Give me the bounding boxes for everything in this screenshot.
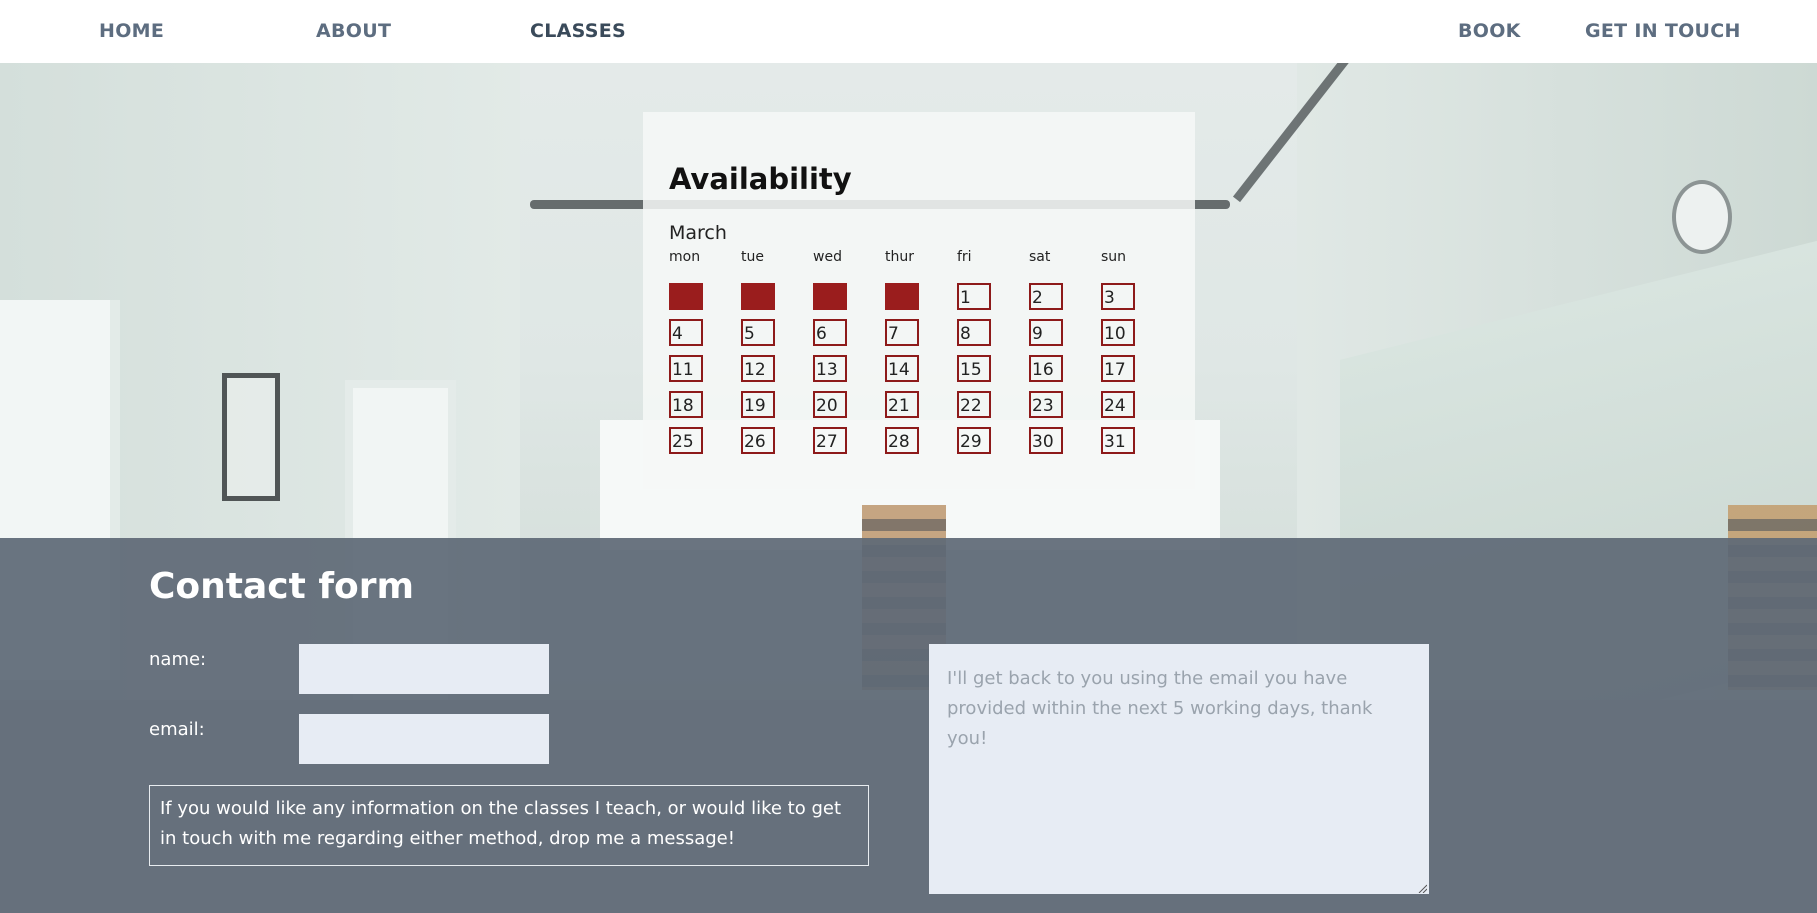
- nav-home-link[interactable]: HOME: [99, 20, 164, 42]
- calendar-day-4[interactable]: 4: [669, 319, 703, 346]
- nav-book-link[interactable]: BOOK: [1458, 20, 1521, 42]
- calendar-day-2[interactable]: 2: [1029, 283, 1063, 310]
- calendar-day-13[interactable]: 13: [813, 355, 847, 382]
- calendar-day-22[interactable]: 22: [957, 391, 991, 418]
- weekday-label-thur: thur: [885, 249, 914, 265]
- calendar-day-19[interactable]: 19: [741, 391, 775, 418]
- calendar-day-16[interactable]: 16: [1029, 355, 1063, 382]
- calendar-day-12[interactable]: 12: [741, 355, 775, 382]
- background-picture-frame: [222, 373, 280, 501]
- nav-get-in-touch-link[interactable]: GET IN TOUCH: [1585, 20, 1741, 42]
- email-label: email:: [149, 719, 205, 740]
- email-input[interactable]: [299, 714, 549, 764]
- top-navbar: HOME ABOUT CLASSES BOOK GET IN TOUCH: [0, 0, 1817, 63]
- weekday-label-mon: mon: [669, 249, 701, 265]
- name-input[interactable]: [299, 644, 549, 694]
- nav-classes-link[interactable]: CLASSES: [530, 20, 626, 42]
- calendar-day-26[interactable]: 26: [741, 427, 775, 454]
- calendar-day-21[interactable]: 21: [885, 391, 919, 418]
- calendar-day-14[interactable]: 14: [885, 355, 919, 382]
- calendar-day-6[interactable]: 6: [813, 319, 847, 346]
- calendar-day-24[interactable]: 24: [1101, 391, 1135, 418]
- calendar-day-31[interactable]: 31: [1101, 427, 1135, 454]
- weekday-label-sat: sat: [1029, 249, 1051, 265]
- calendar-day-25[interactable]: 25: [669, 427, 703, 454]
- calendar-day-8[interactable]: 8: [957, 319, 991, 346]
- calendar-day-unavailable: [813, 283, 847, 310]
- calendar-day-17[interactable]: 17: [1101, 355, 1135, 382]
- calendar-day-unavailable: [741, 283, 775, 310]
- contact-form-title: Contact form: [149, 566, 415, 607]
- calendar-day-27[interactable]: 27: [813, 427, 847, 454]
- contact-section: Contact form name: email: If you would l…: [0, 538, 1817, 913]
- weekday-label-sun: sun: [1101, 249, 1127, 265]
- calendar-day-28[interactable]: 28: [885, 427, 919, 454]
- calendar-month: March: [669, 222, 727, 244]
- availability-card: Availability March mon tue wed thur fri sat su…: [643, 112, 1195, 489]
- calendar-day-20[interactable]: 20: [813, 391, 847, 418]
- calendar-day-18[interactable]: 18: [669, 391, 703, 418]
- calendar-day-7[interactable]: 7: [885, 319, 919, 346]
- calendar-day-23[interactable]: 23: [1029, 391, 1063, 418]
- nav-about-link[interactable]: ABOUT: [316, 20, 391, 42]
- calendar-day-15[interactable]: 15: [957, 355, 991, 382]
- weekday-label-fri: fri: [957, 249, 972, 265]
- calendar-day-10[interactable]: 10: [1101, 319, 1135, 346]
- calendar-day-unavailable: [669, 283, 703, 310]
- calendar-day-1[interactable]: 1: [957, 283, 991, 310]
- calendar-day-3[interactable]: 3: [1101, 283, 1135, 310]
- calendar-day-11[interactable]: 11: [669, 355, 703, 382]
- resize-handle-icon[interactable]: [1417, 883, 1427, 893]
- background-clock-icon: [1672, 180, 1732, 254]
- availability-title: Availability: [669, 162, 852, 196]
- weekday-label-wed: wed: [813, 249, 842, 265]
- calendar-day-29[interactable]: 29: [957, 427, 991, 454]
- weekday-label-tue: tue: [741, 249, 764, 265]
- name-label: name:: [149, 649, 207, 670]
- calendar-day-5[interactable]: 5: [741, 319, 775, 346]
- calendar-day-unavailable: [885, 283, 919, 310]
- message-textarea[interactable]: [929, 644, 1429, 894]
- calendar-day-30[interactable]: 30: [1029, 427, 1063, 454]
- contact-info-text: If you would like any information on the…: [149, 785, 869, 866]
- calendar-day-9[interactable]: 9: [1029, 319, 1063, 346]
